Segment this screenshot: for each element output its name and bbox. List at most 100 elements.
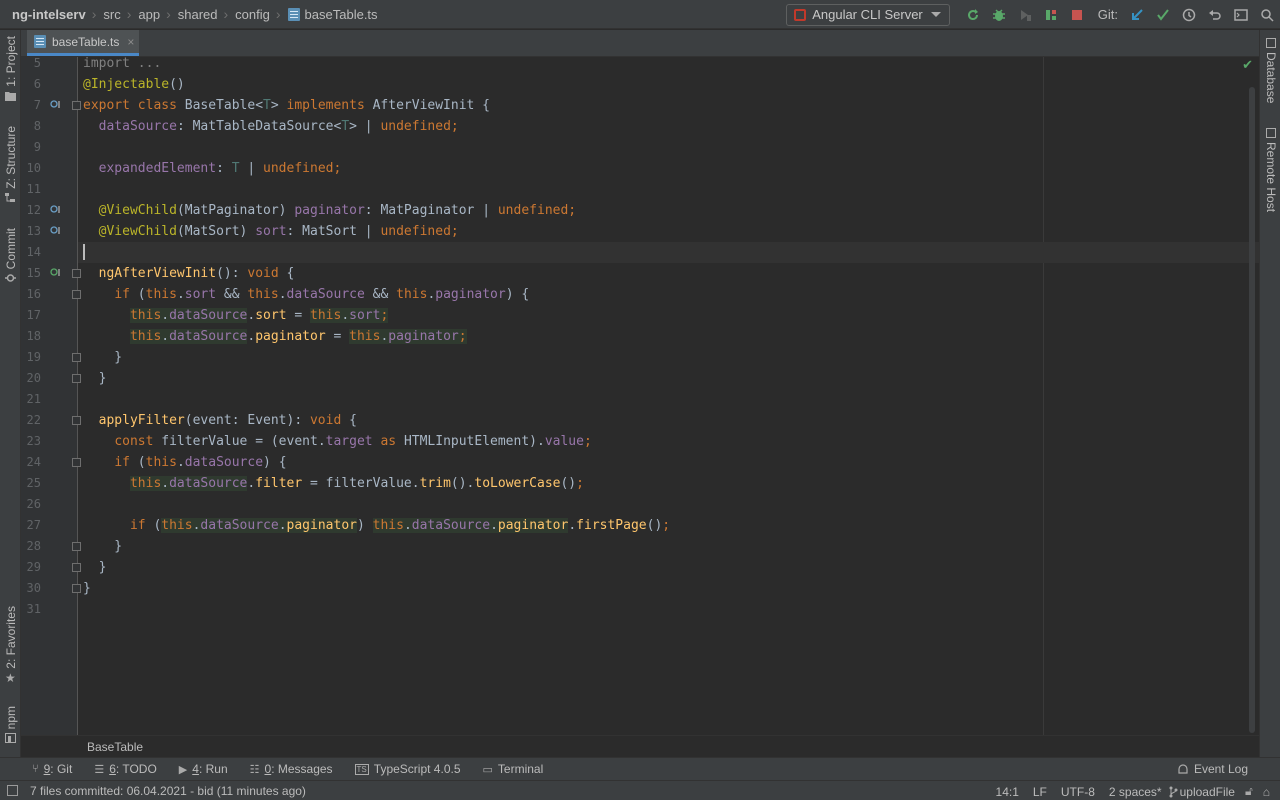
code-text[interactable]: this.dataSource.paginator = this.paginat… bbox=[83, 326, 467, 347]
code-text[interactable]: ngAfterViewInit(): void { bbox=[83, 263, 295, 284]
lock-icon[interactable]: 🔓︎ bbox=[1245, 784, 1253, 799]
code-text[interactable]: @ViewChild(MatPaginator) paginator: MatP… bbox=[83, 200, 576, 221]
code-line[interactable]: 10 expandedElement: T | undefined; bbox=[21, 158, 1259, 179]
caret-position[interactable]: 14:1 bbox=[996, 785, 1019, 799]
code-text[interactable]: const filterValue = (event.target as HTM… bbox=[83, 431, 591, 452]
breadcrumb-config[interactable]: config bbox=[235, 7, 270, 22]
git-update-button[interactable] bbox=[1124, 4, 1150, 26]
code-line[interactable]: 11 bbox=[21, 179, 1259, 200]
git-branch-widget[interactable]: uploadFile bbox=[1168, 785, 1235, 799]
fold-marker-icon[interactable] bbox=[72, 353, 81, 362]
fold-marker-icon[interactable] bbox=[72, 563, 81, 572]
code-text[interactable]: this.dataSource.sort = this.sort; bbox=[83, 305, 389, 326]
code-line[interactable]: 22 applyFilter(event: Event): void { bbox=[21, 410, 1259, 431]
code-line[interactable]: 17 this.dataSource.sort = this.sort; bbox=[21, 305, 1259, 326]
code-line[interactable]: 5 import ... bbox=[21, 57, 1259, 74]
code-text[interactable]: } bbox=[83, 536, 122, 557]
code-text[interactable]: if (this.dataSource) { bbox=[83, 452, 286, 473]
database-tool-button[interactable]: Database bbox=[1263, 38, 1279, 103]
search-everywhere-button[interactable] bbox=[1254, 4, 1280, 26]
vertical-scrollbar[interactable] bbox=[1249, 87, 1255, 733]
git-history-button[interactable] bbox=[1176, 4, 1202, 26]
code-text[interactable]: import ... bbox=[83, 57, 161, 74]
code-line[interactable]: 31 bbox=[21, 599, 1259, 620]
code-line[interactable]: 24 if (this.dataSource) { bbox=[21, 452, 1259, 473]
code-text[interactable]: this.dataSource.filter = filterValue.tri… bbox=[83, 473, 584, 494]
code-line[interactable]: 29 } bbox=[21, 557, 1259, 578]
run-with-coverage-button[interactable] bbox=[1012, 4, 1038, 26]
npm-tool-button[interactable]: npm bbox=[2, 706, 19, 744]
fold-marker-icon[interactable] bbox=[72, 542, 81, 551]
code-line[interactable]: 20 } bbox=[21, 368, 1259, 389]
structure-tool-button[interactable]: Z: Structure bbox=[2, 126, 19, 203]
code-text[interactable]: dataSource: MatTableDataSource<T> | unde… bbox=[83, 116, 459, 137]
status-message[interactable]: 7 files committed: 06.04.2021 - bid (11 … bbox=[30, 784, 306, 798]
breadcrumb-shared[interactable]: shared bbox=[178, 7, 218, 22]
breadcrumb-app[interactable]: app bbox=[138, 7, 160, 22]
tool-window-play[interactable]: ▶ 4: Run bbox=[179, 762, 228, 776]
git-rollback-button[interactable] bbox=[1202, 4, 1228, 26]
fold-marker-icon[interactable] bbox=[72, 416, 81, 425]
code-text[interactable]: } bbox=[83, 557, 107, 578]
code-text[interactable]: if (this.sort && this.dataSource && this… bbox=[83, 284, 529, 305]
code-text[interactable]: } bbox=[83, 368, 107, 389]
code-text[interactable]: @ViewChild(MatSort) sort: MatSort | unde… bbox=[83, 221, 459, 242]
code-text[interactable]: applyFilter(event: Event): void { bbox=[83, 410, 357, 431]
fold-marker-icon[interactable] bbox=[72, 374, 81, 383]
breadcrumb-src[interactable]: src bbox=[103, 7, 120, 22]
code-line[interactable]: 30} bbox=[21, 578, 1259, 599]
fold-marker-icon[interactable] bbox=[72, 458, 81, 467]
file-encoding[interactable]: UTF-8 bbox=[1061, 785, 1095, 799]
rerun-button[interactable] bbox=[960, 4, 986, 26]
code-line[interactable]: 9 bbox=[21, 137, 1259, 158]
tool-window-terminal[interactable]: ▭ Terminal bbox=[483, 762, 544, 776]
fold-marker-icon[interactable] bbox=[72, 290, 81, 299]
memory-indicator-icon[interactable]: ⌂ bbox=[1263, 785, 1270, 799]
code-line[interactable]: 15 ngAfterViewInit(): void { bbox=[21, 263, 1259, 284]
code-text[interactable]: @Injectable() bbox=[83, 74, 185, 95]
breadcrumb-project[interactable]: ng-intelserv bbox=[12, 7, 86, 22]
code-line[interactable]: 13 @ViewChild(MatSort) sort: MatSort | u… bbox=[21, 221, 1259, 242]
code-line[interactable]: 26 bbox=[21, 494, 1259, 515]
code-line[interactable]: 16 if (this.sort && this.dataSource && t… bbox=[21, 284, 1259, 305]
line-separator[interactable]: LF bbox=[1033, 785, 1047, 799]
tool-window-git-branch[interactable]: ⑂ 9: Git bbox=[32, 762, 72, 776]
tool-windows-toggle-icon[interactable] bbox=[7, 785, 18, 796]
code-line[interactable]: 12 @ViewChild(MatPaginator) paginator: M… bbox=[21, 200, 1259, 221]
fold-marker-icon[interactable] bbox=[72, 584, 81, 593]
code-line[interactable]: 23 const filterValue = (event.target as … bbox=[21, 431, 1259, 452]
project-tool-button[interactable]: 1: Project bbox=[2, 36, 19, 101]
breadcrumb-file[interactable]: baseTable.ts bbox=[287, 7, 378, 22]
close-icon[interactable]: × bbox=[127, 35, 134, 49]
code-line[interactable]: 8 dataSource: MatTableDataSource<T> | un… bbox=[21, 116, 1259, 137]
code-text[interactable]: expandedElement: T | undefined; bbox=[83, 158, 342, 179]
code-line[interactable]: 28 } bbox=[21, 536, 1259, 557]
code-line[interactable]: 27 if (this.dataSource.paginator) this.d… bbox=[21, 515, 1259, 536]
code-editor[interactable]: 5 import ... 6 @Injectable() 7 export class B… bbox=[21, 57, 1259, 735]
editor-breadcrumb-class[interactable]: BaseTable bbox=[87, 740, 143, 754]
code-text[interactable]: } bbox=[83, 347, 122, 368]
favorites-tool-button[interactable]: 2: Favorites ★ bbox=[2, 606, 19, 684]
debug-button[interactable] bbox=[986, 4, 1012, 26]
code-line[interactable]: 19 } bbox=[21, 347, 1259, 368]
tool-window-typescript[interactable]: TS TypeScript 4.0.5 bbox=[354, 762, 461, 776]
code-text[interactable]: export class BaseTable<T> implements Aft… bbox=[83, 95, 490, 116]
indent-setting[interactable]: 2 spaces* bbox=[1109, 785, 1162, 799]
tab-basetable[interactable]: baseTable.ts × bbox=[27, 30, 139, 56]
stop-button[interactable] bbox=[1064, 4, 1090, 26]
code-line[interactable]: 21 bbox=[21, 389, 1259, 410]
attach-button[interactable] bbox=[1038, 4, 1064, 26]
remote-host-tool-button[interactable]: Remote Host bbox=[1263, 128, 1279, 212]
fold-marker-icon[interactable] bbox=[72, 269, 81, 278]
code-line[interactable]: 18 this.dataSource.paginator = this.pagi… bbox=[21, 326, 1259, 347]
code-text[interactable]: } bbox=[83, 578, 91, 599]
code-line[interactable]: 25 this.dataSource.filter = filterValue.… bbox=[21, 473, 1259, 494]
code-text[interactable]: if (this.dataSource.paginator) this.data… bbox=[83, 515, 670, 536]
fold-marker-icon[interactable] bbox=[72, 101, 81, 110]
git-commit-button[interactable] bbox=[1150, 4, 1176, 26]
commit-tool-button[interactable]: Commit bbox=[2, 228, 19, 283]
event-log-button[interactable]: Event Log bbox=[1177, 762, 1248, 776]
code-line[interactable]: 14 bbox=[21, 242, 1259, 263]
code-line[interactable]: 6 @Injectable() bbox=[21, 74, 1259, 95]
tool-window-messages[interactable]: ☷ 0: Messages bbox=[250, 762, 333, 776]
